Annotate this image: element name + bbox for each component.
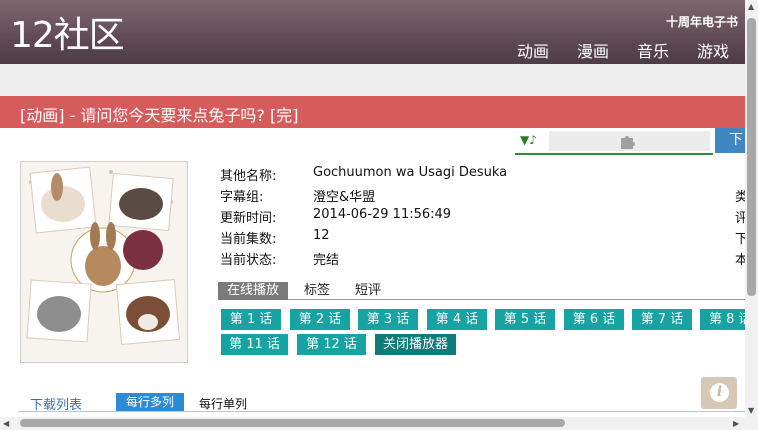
value-fansub[interactable]: 澄空&华盟 xyxy=(313,186,375,205)
cover-image xyxy=(20,161,188,363)
scroll-up-arrow-icon[interactable]: ▲ xyxy=(748,2,754,11)
promo-link[interactable]: 十周年电子书 xyxy=(666,13,738,30)
label-updated: 更新时间: xyxy=(220,211,277,226)
tab-underline xyxy=(218,299,745,300)
nav-games[interactable]: 游戏 xyxy=(697,38,729,62)
episode-button-5[interactable]: 第 5 话 xyxy=(495,309,555,330)
view-multi-column-button[interactable]: 每行多列 xyxy=(116,393,184,411)
download-list-divider xyxy=(18,411,745,412)
label-fansub: 字幕组: xyxy=(220,190,264,205)
nav-music[interactable]: 音乐 xyxy=(637,38,669,62)
download-button[interactable]: 下 xyxy=(715,128,745,153)
value-other-name: Gochuumon wa Usagi Desuka xyxy=(313,165,508,180)
episode-button-3[interactable]: 第 3 话 xyxy=(358,309,418,330)
music-toggle-icon[interactable]: ▼♪ xyxy=(520,133,537,147)
value-updated: 2014-06-29 11:56:49 xyxy=(313,207,452,222)
tab-short-reviews[interactable]: 短评 xyxy=(355,282,381,300)
episode-button-4[interactable]: 第 4 话 xyxy=(427,309,487,330)
episode-button-2[interactable]: 第 2 话 xyxy=(290,309,350,330)
scroll-left-arrow-icon[interactable]: ◀ xyxy=(3,419,9,428)
close-player-button[interactable]: 关闭播放器 xyxy=(375,334,456,355)
tab-online-play[interactable]: 在线播放 xyxy=(218,282,289,300)
site-logo[interactable]: 12社区 xyxy=(10,14,125,58)
sub-band xyxy=(0,64,758,96)
episode-button-12[interactable]: 第 12 话 xyxy=(297,334,366,355)
label-episodes: 当前集数: xyxy=(220,232,277,247)
scroll-right-arrow-icon[interactable]: ▶ xyxy=(733,419,739,428)
episode-button-7[interactable]: 第 7 话 xyxy=(632,309,692,330)
value-episodes: 12 xyxy=(313,228,330,243)
view-single-column-button[interactable]: 每行单列 xyxy=(199,395,247,412)
episode-button-6[interactable]: 第 6 话 xyxy=(564,309,624,330)
label-status: 当前状态: xyxy=(220,253,277,268)
horizontal-scroll-thumb[interactable] xyxy=(20,419,565,427)
tab-tags[interactable]: 标签 xyxy=(304,282,330,300)
nav-anime[interactable]: 动画 xyxy=(517,38,549,62)
episode-button-11[interactable]: 第 11 话 xyxy=(221,334,288,355)
episode-button-1[interactable]: 第 1 话 xyxy=(221,309,281,330)
page-title: [动画] - 请问您今天要来点兔子吗? [完] xyxy=(20,106,299,125)
info-icon: i xyxy=(710,383,729,402)
puzzle-icon xyxy=(619,132,637,155)
vertical-scroll-thumb[interactable] xyxy=(747,18,756,296)
scroll-down-arrow-icon[interactable]: ▼ xyxy=(748,406,754,415)
label-other-name: 其他名称: xyxy=(220,169,277,184)
value-status: 完结 xyxy=(313,253,340,268)
nav-manga[interactable]: 漫画 xyxy=(577,38,609,62)
info-button[interactable]: i xyxy=(701,377,737,409)
episode-button-8[interactable]: 第 8 话 xyxy=(700,309,745,330)
